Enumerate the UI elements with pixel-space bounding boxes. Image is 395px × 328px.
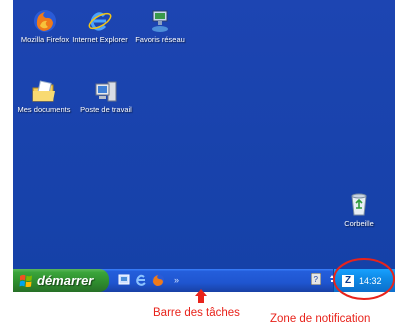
taskbar-pointer-arrow xyxy=(195,289,207,303)
taskbar-annotation: Barre des tâches xyxy=(153,307,240,319)
annotation-overlay xyxy=(195,258,395,303)
notification-annotation: Zone de notification xyxy=(270,313,371,325)
notification-highlight-circle xyxy=(333,258,395,300)
